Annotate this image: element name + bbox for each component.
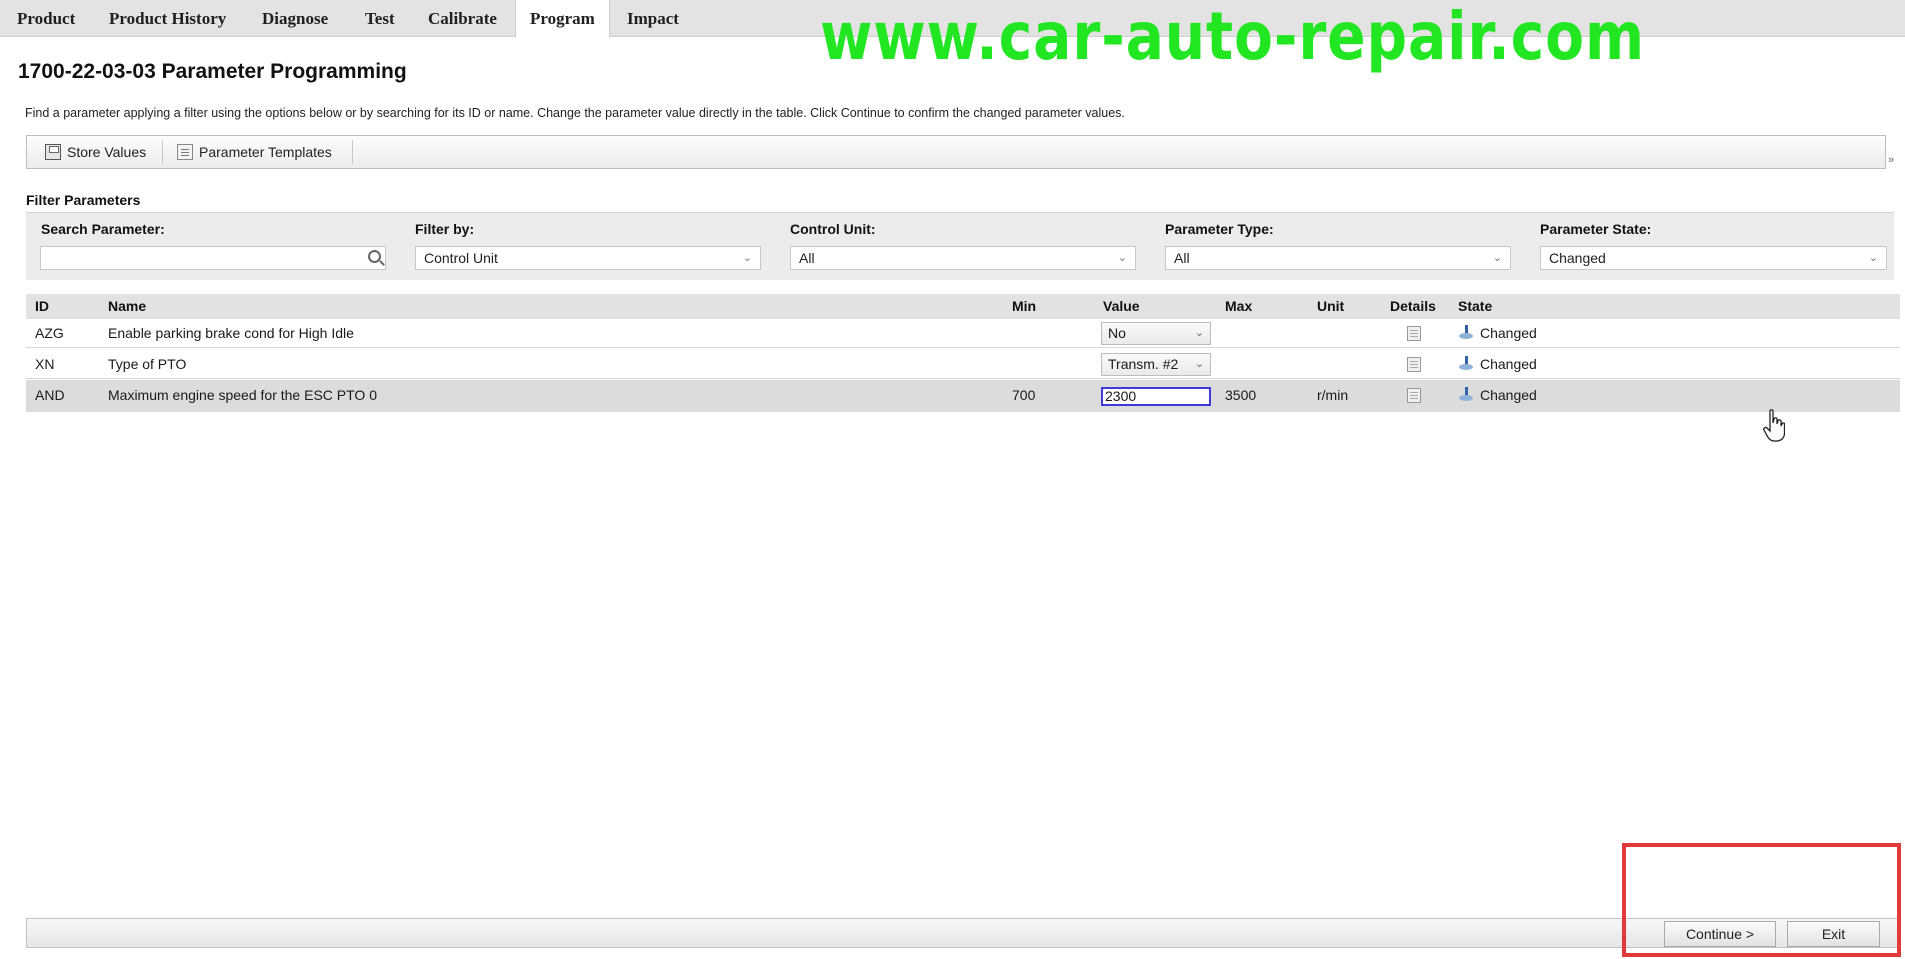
table-row[interactable]: XN Type of PTO Transm. #2 ⌄ Changed [26, 349, 1900, 379]
value-input[interactable]: 2300 [1101, 387, 1211, 406]
tab-product-history[interactable]: Product History [109, 0, 226, 37]
control-unit-select[interactable]: All ⌄ [790, 246, 1136, 270]
control-unit-value: All [799, 250, 815, 266]
changed-state-icon [1458, 387, 1474, 403]
column-header-value[interactable]: Value [1103, 294, 1140, 319]
tab-test[interactable]: Test [365, 0, 395, 37]
tab-diagnose[interactable]: Diagnose [262, 0, 328, 37]
tab-impact[interactable]: Impact [627, 0, 679, 37]
page-title: 1700-22-03-03 Parameter Programming [18, 60, 407, 83]
column-header-max[interactable]: Max [1225, 294, 1252, 319]
row-unit: r/min [1317, 387, 1349, 403]
hand-cursor-icon [1763, 409, 1785, 442]
column-header-state[interactable]: State [1458, 294, 1492, 319]
parameter-templates-button[interactable]: Parameter Templates [171, 140, 338, 164]
search-parameter-label: Search Parameter: [41, 221, 165, 237]
row-name: Maximum engine speed for the ESC PTO 0 [108, 387, 377, 403]
parameter-type-select[interactable]: All ⌄ [1165, 246, 1511, 270]
toolbar-overflow-icon[interactable]: » [1888, 154, 1894, 166]
tab-calibrate[interactable]: Calibrate [428, 0, 497, 37]
row-min: 700 [1012, 387, 1036, 403]
chevron-down-icon: ⌄ [742, 252, 752, 264]
chevron-down-icon: ⌄ [1194, 327, 1204, 339]
tab-program[interactable]: Program [515, 0, 610, 38]
column-header-name[interactable]: Name [108, 294, 146, 319]
store-values-button[interactable]: Store Values [39, 140, 152, 164]
chevron-down-icon: ⌄ [1117, 252, 1127, 264]
continue-button[interactable]: Continue > [1664, 921, 1776, 947]
row-id: AND [35, 387, 65, 403]
row-state: Changed [1480, 356, 1537, 372]
column-header-id[interactable]: ID [35, 294, 49, 319]
chevron-down-icon: ⌄ [1868, 252, 1878, 264]
value-select[interactable]: Transm. #2 ⌄ [1101, 353, 1211, 376]
changed-state-icon [1458, 356, 1474, 372]
row-state: Changed [1480, 325, 1537, 341]
row-max: 3500 [1225, 387, 1257, 403]
store-values-label: Store Values [67, 144, 147, 160]
parameter-state-select[interactable]: Changed ⌄ [1540, 246, 1887, 270]
chevron-down-icon: ⌄ [1492, 252, 1502, 264]
chevron-down-icon: ⌄ [1194, 358, 1204, 370]
column-header-unit[interactable]: Unit [1317, 294, 1344, 319]
column-header-details[interactable]: Details [1390, 294, 1436, 319]
details-icon[interactable] [1407, 357, 1421, 372]
row-name: Enable parking brake cond for High Idle [108, 325, 354, 341]
page-description: Find a parameter applying a filter using… [25, 106, 1125, 120]
filter-section-title: Filter Parameters [26, 192, 141, 208]
toolbar-divider [162, 140, 163, 164]
value-select[interactable]: No ⌄ [1101, 322, 1211, 345]
exit-button[interactable]: Exit [1787, 921, 1880, 947]
row-name: Type of PTO [108, 356, 187, 372]
filter-by-select[interactable]: Control Unit ⌄ [415, 246, 761, 270]
filter-by-label: Filter by: [415, 221, 475, 237]
details-icon[interactable] [1407, 388, 1421, 403]
parameter-templates-label: Parameter Templates [199, 144, 332, 160]
changed-state-icon [1458, 325, 1474, 341]
row-state: Changed [1480, 387, 1537, 403]
parameter-type-label: Parameter Type: [1165, 221, 1274, 237]
row-id: AZG [35, 325, 64, 341]
control-unit-label: Control Unit: [790, 221, 876, 237]
details-icon[interactable] [1407, 326, 1421, 341]
filter-by-value: Control Unit [424, 250, 498, 266]
column-header-min[interactable]: Min [1012, 294, 1036, 319]
bottom-action-bar [26, 918, 1900, 948]
parameter-state-label: Parameter State: [1540, 221, 1652, 237]
table-row-selected[interactable]: AND Maximum engine speed for the ESC PTO… [26, 380, 1900, 412]
template-document-icon [177, 144, 193, 160]
search-parameter-input[interactable] [40, 246, 386, 270]
parameter-table-header: ID Name Min Value Max Unit Details State [26, 294, 1900, 319]
parameter-state-value: Changed [1549, 250, 1606, 266]
watermark-text: www.car-auto-repair.com [820, 0, 1646, 75]
tab-product[interactable]: Product [17, 0, 75, 37]
value-select-text: Transm. #2 [1108, 356, 1179, 372]
floppy-disk-icon [45, 144, 61, 160]
toolbar-divider [352, 140, 353, 164]
value-select-text: No [1108, 325, 1126, 341]
row-id: XN [35, 356, 55, 372]
table-row[interactable]: AZG Enable parking brake cond for High I… [26, 318, 1900, 348]
parameter-type-value: All [1174, 250, 1190, 266]
search-icon[interactable] [368, 250, 381, 263]
toolbar: Store Values Parameter Templates [26, 135, 1886, 169]
